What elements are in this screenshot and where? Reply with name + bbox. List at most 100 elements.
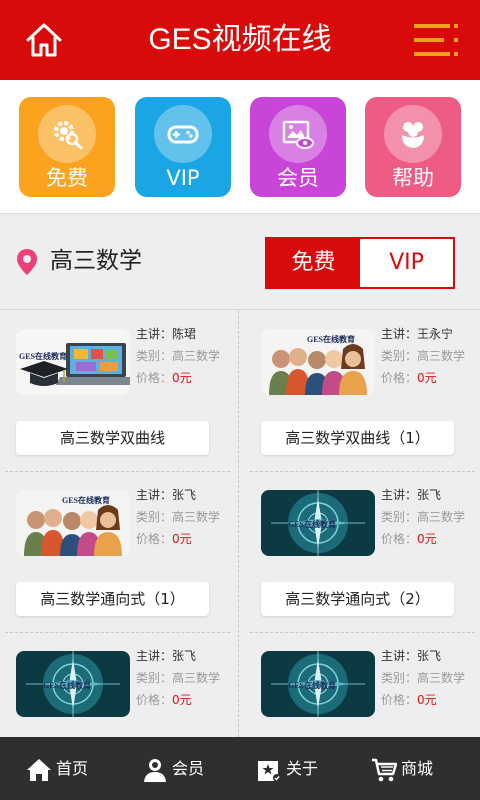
price-prefix: 价格： — [381, 532, 418, 546]
course-card[interactable]: GES在线教育 主讲：王永宁 类别：高三数学 价格：0元 高三数学双曲线（1） — [261, 311, 480, 471]
course-card[interactable]: GES在线教育 主讲：张飞 类别：高三数学 价格：0元 高三数学通向式（1） — [16, 472, 238, 632]
app-title: GES视频在线 — [148, 23, 332, 56]
nav-label: 首页 — [56, 759, 89, 778]
students-image: GES在线教育 — [261, 329, 375, 395]
menu-icon[interactable] — [412, 21, 462, 59]
course-teacher: 主讲：张飞 — [136, 645, 246, 667]
course-price: 价格：0元 — [381, 367, 480, 389]
course-teacher: 主讲：陈珺 — [136, 323, 246, 345]
quick-link-vip[interactable]: VIP — [135, 97, 231, 197]
nav-item-about[interactable]: 关于 — [256, 737, 336, 800]
course-thumbnail[interactable]: GES在线教育 — [16, 651, 130, 717]
category-prefix: 类别： — [136, 349, 173, 363]
course-price: 价格：0元 — [381, 528, 480, 550]
course-category: 类别：高三数学 — [136, 667, 246, 689]
course-teacher: 主讲：王永宁 — [381, 323, 480, 345]
category-value: 高三数学 — [417, 349, 466, 363]
gear-search-icon — [54, 121, 83, 150]
teacher-prefix: 主讲： — [381, 488, 418, 502]
teacher-name: 张飞 — [417, 649, 442, 663]
quick-link-free[interactable]: 免费 — [19, 97, 115, 197]
category-prefix: 类别： — [381, 510, 418, 524]
course-card[interactable]: GES在线教育 主讲：张飞 类别：高三数学 价格：0元 — [16, 633, 238, 737]
price-value: 0元 — [417, 371, 437, 385]
course-teacher: 主讲：张飞 — [381, 484, 480, 506]
course-info: 主讲：陈珺 类别：高三数学 价格：0元 — [136, 323, 246, 389]
thumbnail-logo: GES在线教育 — [19, 351, 67, 361]
thumbnail-logo: GES在线教育 — [288, 519, 336, 529]
category-prefix: 类别： — [136, 510, 173, 524]
quick-link-icon-circle — [154, 105, 212, 163]
teacher-prefix: 主讲： — [136, 649, 173, 663]
teacher-prefix: 主讲： — [136, 488, 173, 502]
course-title-button[interactable]: 高三数学双曲线（1） — [261, 421, 454, 455]
course-thumbnail[interactable]: GES在线教育 — [16, 490, 130, 556]
compass-image: GES在线教育 — [261, 490, 375, 556]
quick-link-label: 帮助 — [392, 166, 434, 190]
compass-image: GES在线教育 — [261, 651, 375, 717]
thumbnail-logo: GES在线教育 — [43, 680, 91, 690]
toggle-free-button[interactable]: 免费 — [267, 239, 360, 287]
course-price: 价格：0元 — [381, 689, 480, 711]
price-value: 0元 — [417, 532, 437, 546]
bottom-nav: 首页 会员 关于 商城 — [0, 737, 480, 800]
teacher-name: 陈珺 — [172, 327, 197, 341]
course-info: 主讲：张飞 类别：高三数学 价格：0元 — [381, 645, 480, 711]
price-prefix: 价格： — [381, 371, 418, 385]
category-value: 高三数学 — [417, 671, 466, 685]
price-prefix: 价格： — [136, 532, 173, 546]
category-prefix: 类别： — [381, 349, 418, 363]
price-value: 0元 — [172, 371, 192, 385]
course-card[interactable]: GES在线教育 主讲：张飞 类别：高三数学 价格：0元 高三数学通向式（2） — [261, 472, 480, 632]
course-price: 价格：0元 — [136, 528, 246, 550]
course-title-button[interactable]: 高三数学通向式（2） — [261, 582, 454, 616]
teacher-name: 张飞 — [417, 488, 442, 502]
course-category: 类别：高三数学 — [381, 506, 480, 528]
course-title-button[interactable]: 高三数学双曲线 — [16, 421, 209, 455]
course-card[interactable]: GES在线教育 主讲：张飞 类别：高三数学 价格：0元 — [261, 633, 480, 737]
course-price: 价格：0元 — [136, 367, 246, 389]
quick-link-label: VIP — [166, 166, 200, 190]
course-thumbnail[interactable]: GES在线教育 — [261, 490, 375, 556]
nav-item-member[interactable]: 会员 — [142, 737, 222, 800]
teacher-prefix: 主讲： — [381, 649, 418, 663]
nav-label: 会员 — [172, 759, 205, 778]
quick-link-icon-circle — [384, 105, 442, 163]
course-teacher: 主讲：张飞 — [381, 645, 480, 667]
course-category: 类别：高三数学 — [381, 667, 480, 689]
home-icon — [27, 759, 51, 781]
gamepad-icon — [167, 125, 199, 144]
course-info: 主讲：张飞 类别：高三数学 价格：0元 — [381, 484, 480, 550]
teacher-name: 张飞 — [172, 649, 197, 663]
course-price: 价格：0元 — [136, 689, 246, 711]
price-prefix: 价格： — [381, 693, 418, 707]
course-thumbnail[interactable]: GES在线教育 — [261, 329, 375, 395]
flower-icon — [402, 122, 424, 148]
course-info: 主讲：张飞 类别：高三数学 价格：0元 — [136, 645, 246, 711]
toggle-vip-button[interactable]: VIP — [360, 239, 453, 287]
category-prefix: 类别： — [381, 671, 418, 685]
quick-link-label: 会员 — [277, 166, 319, 190]
price-prefix: 价格： — [136, 693, 173, 707]
course-title-button[interactable]: 高三数学通向式（1） — [16, 582, 209, 616]
teacher-name: 张飞 — [172, 488, 197, 502]
teacher-name: 王永宁 — [417, 327, 454, 341]
compass-image: GES在线教育 — [16, 651, 130, 717]
quick-link-help[interactable]: 帮助 — [365, 97, 461, 197]
quick-link-member[interactable]: 会员 — [250, 97, 346, 197]
course-category: 类别：高三数学 — [136, 345, 246, 367]
category-value: 高三数学 — [417, 510, 466, 524]
nav-item-store[interactable]: 商城 — [371, 737, 451, 800]
course-grid: GES在线教育 主讲：陈珺 类别：高三数学 价格：0元 高三数学双曲线 GES在… — [0, 311, 480, 737]
nav-item-home[interactable]: 首页 — [26, 737, 106, 800]
app-header: GES视频在线 — [0, 0, 480, 80]
nav-label: 关于 — [286, 759, 319, 778]
category-value: 高三数学 — [172, 349, 221, 363]
course-thumbnail[interactable]: GES在线教育 — [261, 651, 375, 717]
course-card[interactable]: GES在线教育 主讲：陈珺 类别：高三数学 价格：0元 高三数学双曲线 — [16, 311, 238, 471]
category-value: 高三数学 — [172, 510, 221, 524]
price-value: 0元 — [172, 532, 192, 546]
course-thumbnail[interactable]: GES在线教育 — [16, 329, 130, 395]
thumbnail-logo: GES在线教育 — [62, 495, 110, 505]
course-teacher: 主讲：张飞 — [136, 484, 246, 506]
